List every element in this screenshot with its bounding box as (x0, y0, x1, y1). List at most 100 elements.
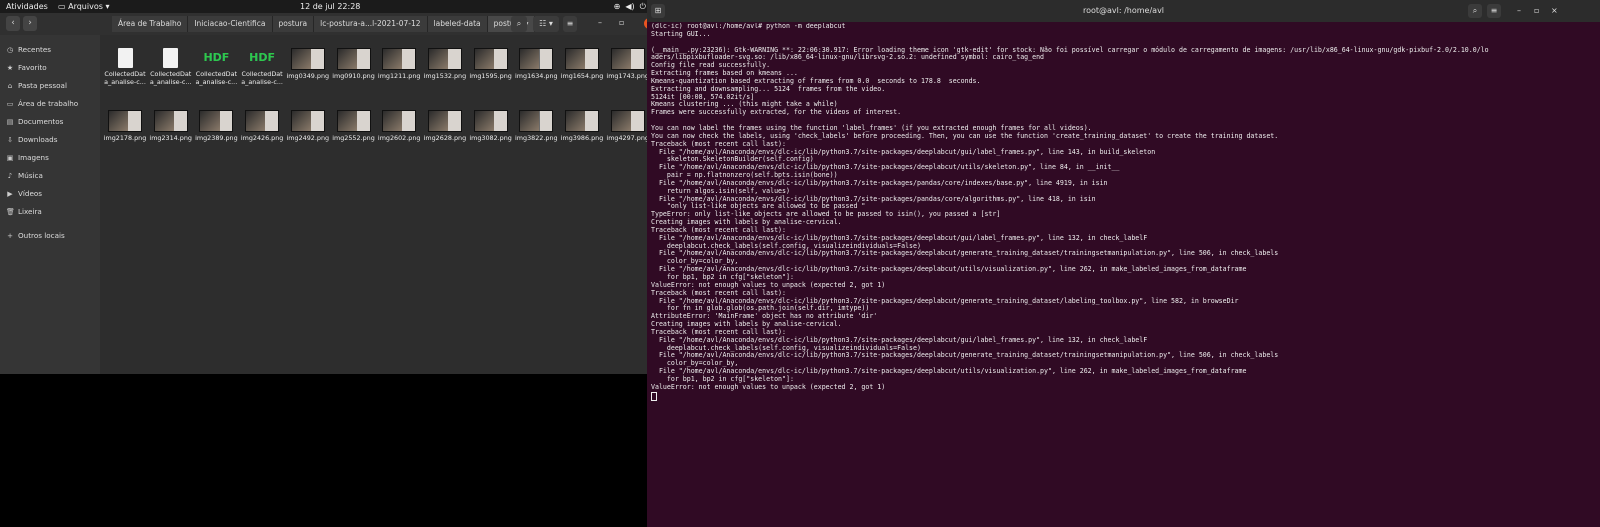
search-button[interactable]: ⌕ (511, 16, 527, 32)
file-item[interactable]: img2628.png (423, 110, 467, 142)
file-item[interactable]: img3986.png (560, 110, 604, 142)
forward-button[interactable]: › (23, 16, 37, 31)
activities-button[interactable]: Atividades (6, 2, 48, 11)
terminal-title: root@avl: /home/avl (1082, 6, 1165, 15)
file-item[interactable]: img2492.png (286, 110, 330, 142)
menu-button[interactable]: ≡ (1487, 4, 1501, 18)
image-thumbnail (108, 110, 142, 132)
home-icon: ⌂ (7, 81, 13, 90)
file-manager-header: ‹ › Área de Trabalho Iniciacao-Cientific… (0, 13, 663, 35)
file-name: img1634.png (515, 72, 558, 80)
file-item[interactable]: img3082.png (469, 110, 513, 142)
sidebar-item[interactable]: ▭ Área de trabalho (6, 99, 79, 108)
image-thumbnail (153, 110, 188, 132)
file-item[interactable]: CollectedData_analise-c... (149, 48, 193, 86)
file-name: img0910.png (332, 72, 375, 80)
terminal-line: File "/home/avl/Anaconda/envs/dlc-ic/lib… (651, 249, 1279, 258)
folder-icon: ▭ (58, 2, 69, 11)
terminal-line: You can now check the labels, using 'che… (651, 131, 1279, 140)
sidebar-item-label: Downloads (18, 135, 58, 144)
terminal-output[interactable]: (dlc-ic) root@avl:/home/avl# python -m d… (651, 23, 1596, 523)
file-name: CollectedData_analise-c... (195, 70, 238, 86)
sidebar-item[interactable]: ⇩ Downloads (6, 135, 57, 144)
breadcrumb-item[interactable]: Iniciacao-Cientifica (188, 16, 273, 32)
sidebar-item[interactable]: ◷ Recentes (6, 45, 51, 54)
menu-button[interactable]: ≡ (563, 16, 577, 32)
sidebar-item[interactable]: ⌂ Pasta pessoal (6, 81, 67, 90)
view-options-button[interactable]: ☷ ▾ (533, 16, 559, 32)
sidebar-item[interactable]: ★ Favorito (6, 63, 47, 72)
breadcrumb-item[interactable]: lc-postura-a...l-2021-07-12 (314, 16, 428, 32)
image-thumbnail (610, 48, 645, 70)
sidebar-item-label: Vídeos (18, 189, 43, 198)
minimize-button[interactable]: – (1517, 6, 1521, 15)
breadcrumb-item[interactable]: labeled-data (427, 16, 488, 32)
image-thumbnail (290, 110, 325, 132)
close-button[interactable]: × (1551, 6, 1558, 15)
sidebar-item[interactable]: + Outros locais (6, 231, 65, 240)
plus-icon: + (7, 231, 13, 240)
sidebar-item-label: Pasta pessoal (18, 81, 67, 90)
search-icon: ⌕ (516, 19, 522, 28)
file-item[interactable]: img1743.png (606, 48, 650, 80)
breadcrumb-item[interactable]: postura (272, 16, 315, 32)
image-icon: ▣ (6, 153, 14, 162)
file-item[interactable]: HDF CollectedData_analise-c... (194, 48, 238, 86)
file-item[interactable]: CollectedData_analise-c... (103, 48, 147, 86)
hdf-file-icon: HDF (203, 48, 229, 68)
sidebar-item-label: Lixeira (18, 207, 42, 216)
image-thumbnail (199, 110, 234, 132)
file-item[interactable]: img1532.png (423, 48, 467, 80)
file-item[interactable]: img2178.png (103, 110, 147, 142)
file-item[interactable]: img2314.png (149, 110, 193, 142)
breadcrumb-item[interactable]: Área de Trabalho (112, 16, 189, 32)
maximize-icon: ▫ (1534, 6, 1540, 15)
terminal-line: Creating images with labels by analise-c… (651, 218, 842, 227)
file-item[interactable]: HDF CollectedData_analise-c... (240, 48, 284, 86)
file-item[interactable]: img0910.png (332, 48, 376, 80)
file-item[interactable]: img1634.png (514, 48, 558, 80)
terminal-window[interactable]: ⊞ root@avl: /home/avl ⌕ ≡ – ▫ × (dlc-ic)… (647, 0, 1600, 527)
file-name: CollectedData_analise-c... (104, 70, 146, 86)
file-name: img0349.png (286, 72, 330, 80)
breadcrumb: Área de Trabalho Iniciacao-Cientifica po… (112, 16, 536, 32)
search-button[interactable]: ⌕ (1468, 4, 1482, 18)
terminal-line: ValueError: not enough values to unpack … (651, 382, 886, 391)
terminal-line: Creating images with labels by analise-c… (651, 320, 842, 329)
desktop-icon: ▭ (6, 99, 14, 108)
sidebar-item[interactable]: ▶ Vídeos (6, 189, 42, 198)
minimize-button[interactable]: – (598, 18, 602, 27)
maximize-button[interactable]: ▫ (619, 18, 624, 27)
file-item[interactable]: img2426.png (240, 110, 284, 142)
clock-icon: ◷ (6, 45, 14, 54)
trash-icon: 🗑 (6, 207, 15, 216)
file-item[interactable]: img3822.png (514, 110, 558, 142)
file-item[interactable]: img2602.png (377, 110, 421, 142)
minimize-icon: – (1517, 6, 1521, 15)
maximize-button[interactable]: ▫ (1534, 6, 1539, 15)
sidebar-item[interactable]: 🗑 Lixeira (6, 207, 42, 216)
minimize-icon: – (598, 18, 602, 27)
chevron-left-icon: ‹ (11, 18, 15, 28)
file-item[interactable]: img1654.png (560, 48, 604, 80)
sidebar-item[interactable]: ♪ Música (6, 171, 43, 180)
terminal-header: ⊞ root@avl: /home/avl ⌕ ≡ – ▫ × (647, 0, 1600, 22)
file-name: img1654.png (560, 72, 604, 80)
sidebar-item[interactable]: ▣ Imagens (6, 153, 49, 162)
video-icon: ▶ (7, 189, 13, 198)
file-item[interactable]: img4297.png (606, 110, 650, 142)
file-item[interactable]: img1211.png (377, 48, 421, 80)
app-menu[interactable]: ▭ Arquivos ▾ (58, 2, 109, 11)
hamburger-icon: ≡ (566, 19, 574, 28)
image-thumbnail (473, 110, 508, 132)
image-thumbnail (427, 48, 462, 70)
terminal-line: Starting GUI... (651, 29, 711, 38)
back-button[interactable]: ‹ (6, 16, 20, 31)
sidebar-item[interactable]: ▤ Documentos (6, 117, 64, 126)
clock[interactable]: 12 de jul 22:28 (300, 2, 360, 11)
file-item[interactable]: img1595.png (469, 48, 513, 80)
file-item[interactable]: img2389.png (194, 110, 238, 142)
file-item[interactable]: img0349.png (286, 48, 330, 80)
image-thumbnail (519, 48, 554, 70)
file-item[interactable]: img2552.png (332, 110, 376, 142)
